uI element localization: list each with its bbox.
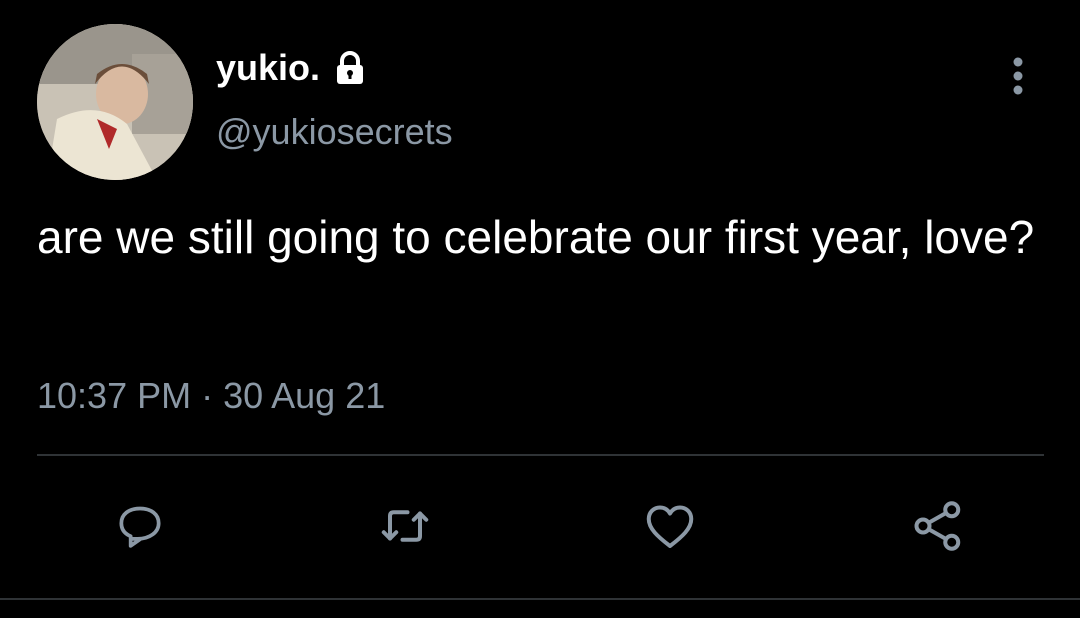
like-icon	[646, 505, 694, 548]
share-button[interactable]	[908, 496, 968, 556]
more-vertical-icon	[1013, 57, 1023, 95]
lock-icon	[332, 50, 368, 86]
divider	[37, 454, 1044, 456]
avatar-photo	[37, 24, 193, 180]
share-icon	[914, 501, 961, 551]
reply-button[interactable]	[110, 496, 170, 556]
avatar[interactable]	[37, 24, 193, 180]
like-button[interactable]	[640, 496, 700, 556]
timestamp[interactable]: 10:37 PM · 30 Aug 21	[37, 372, 385, 420]
more-options-button[interactable]	[996, 52, 1040, 100]
retweet-icon	[381, 510, 429, 542]
handle[interactable]: @yukiosecrets	[216, 110, 453, 154]
tweet-text: are we still going to celebrate our firs…	[37, 211, 1035, 263]
retweet-button[interactable]	[375, 496, 435, 556]
display-name[interactable]: yukio.	[216, 46, 320, 90]
bottom-divider	[0, 598, 1080, 600]
reply-icon	[119, 506, 161, 548]
author-name-row: yukio.	[216, 46, 368, 90]
